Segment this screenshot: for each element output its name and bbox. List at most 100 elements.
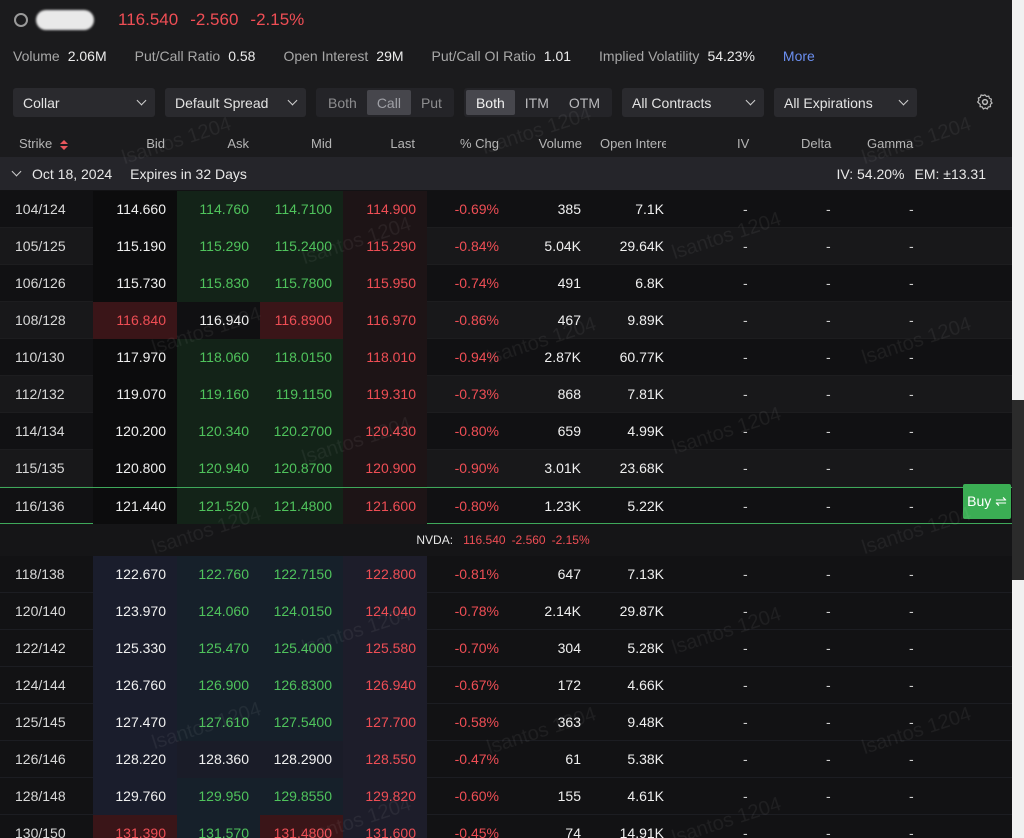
more-link[interactable]: More: [783, 48, 815, 64]
mid-cell[interactable]: 127.5400: [274, 704, 332, 741]
col-mid-header[interactable]: Mid: [311, 136, 332, 151]
bid-cell[interactable]: 131.390: [115, 815, 166, 838]
last-cell[interactable]: 118.010: [366, 339, 416, 376]
money-otm-button[interactable]: OTM: [559, 90, 610, 115]
table-row[interactable]: 124/144 126.760 126.900 126.8300 126.940 -0.6…: [0, 667, 1012, 704]
last-cell[interactable]: 131.600: [365, 815, 416, 838]
table-row[interactable]: 130/150 131.390 131.570 131.4800 131.600 -0.4…: [0, 815, 1012, 838]
table-row[interactable]: 126/146 128.220 128.360 128.2900 128.550 -0.4…: [0, 741, 1012, 778]
contracts-dropdown[interactable]: All Contracts: [621, 88, 764, 117]
last-cell[interactable]: 128.550: [365, 741, 416, 778]
mid-cell[interactable]: 120.2700: [274, 413, 332, 450]
mid-cell[interactable]: 119.1150: [276, 376, 332, 413]
bid-cell[interactable]: 121.440: [115, 488, 166, 525]
table-row[interactable]: 106/126 115.730 115.830 115.7800 115.950 -0.7…: [0, 265, 1012, 302]
last-cell[interactable]: 115.290: [366, 228, 416, 265]
mid-cell[interactable]: 120.8700: [274, 450, 332, 487]
side-put-button[interactable]: Put: [411, 90, 452, 115]
ticker-search-icon[interactable]: [14, 13, 28, 27]
last-cell[interactable]: 119.310: [366, 376, 416, 413]
table-row[interactable]: 112/132 119.070 119.160 119.1150 119.310 -0.7…: [0, 376, 1012, 413]
ask-cell[interactable]: 124.060: [198, 593, 249, 630]
col-iv-header[interactable]: IV: [737, 136, 749, 151]
last-cell[interactable]: 124.040: [365, 593, 416, 630]
last-cell[interactable]: 120.900: [365, 450, 416, 487]
mid-cell[interactable]: 128.2900: [274, 741, 332, 778]
bid-cell[interactable]: 122.670: [115, 556, 166, 593]
table-row[interactable]: 116/136 121.440 121.520 121.4800 121.600 -0.8…: [0, 487, 1012, 525]
col-ask-header[interactable]: Ask: [227, 136, 249, 151]
mid-cell[interactable]: 124.0150: [274, 593, 332, 630]
last-cell[interactable]: 127.700: [365, 704, 416, 741]
mid-cell[interactable]: 121.4800: [274, 488, 332, 525]
last-cell[interactable]: 126.940: [365, 667, 416, 704]
ask-cell[interactable]: 126.900: [198, 667, 249, 704]
mid-cell[interactable]: 118.0150: [275, 339, 332, 376]
ask-cell[interactable]: 120.340: [198, 413, 249, 450]
chevron-down-icon[interactable]: [11, 166, 22, 177]
ask-cell[interactable]: 114.760: [199, 191, 249, 228]
bid-cell[interactable]: 119.070: [116, 376, 166, 413]
ask-cell[interactable]: 119.160: [199, 376, 249, 413]
bid-cell[interactable]: 120.800: [115, 450, 166, 487]
ask-cell[interactable]: 120.940: [198, 450, 249, 487]
table-row[interactable]: 105/125 115.190 115.290 115.2400 115.290 -0.8…: [0, 228, 1012, 265]
table-row[interactable]: 110/130 117.970 118.060 118.0150 118.010 -0.9…: [0, 339, 1012, 376]
side-call-button[interactable]: Call: [366, 90, 411, 115]
bid-cell[interactable]: 129.760: [115, 778, 166, 815]
bid-cell[interactable]: 126.760: [115, 667, 166, 704]
ask-cell[interactable]: 115.830: [199, 265, 249, 302]
table-row[interactable]: 120/140 123.970 124.060 124.0150 124.040 -0.7…: [0, 593, 1012, 630]
col-last-header[interactable]: Last: [390, 136, 415, 151]
table-row[interactable]: 108/128 116.840 116.940 116.8900 116.970 -0.8…: [0, 302, 1012, 339]
bid-cell[interactable]: 125.330: [115, 630, 166, 667]
mid-cell[interactable]: 122.7150: [274, 556, 332, 593]
mid-cell[interactable]: 115.7800: [275, 265, 332, 302]
ask-cell[interactable]: 129.950: [198, 778, 249, 815]
mid-cell[interactable]: 114.7100: [275, 191, 332, 228]
table-row[interactable]: 114/134 120.200 120.340 120.2700 120.430 -0.8…: [0, 413, 1012, 450]
money-itm-button[interactable]: ITM: [515, 90, 559, 115]
mid-cell[interactable]: 129.8550: [274, 778, 332, 815]
table-row[interactable]: 104/124 114.660 114.760 114.7100 114.900 -0.6…: [0, 191, 1012, 228]
buy-button[interactable]: Buy ⇌: [963, 484, 1011, 519]
mid-cell[interactable]: 115.2400: [275, 228, 332, 265]
mid-cell[interactable]: 125.4000: [274, 630, 332, 667]
col-gamma-header[interactable]: Gamma: [867, 136, 913, 151]
ask-cell[interactable]: 116.940: [199, 302, 249, 339]
bid-cell[interactable]: 116.840: [116, 302, 166, 339]
col-bid-header[interactable]: Bid: [146, 136, 165, 151]
last-cell[interactable]: 125.580: [365, 630, 416, 667]
last-cell[interactable]: 121.600: [365, 488, 416, 525]
expiry-group-header[interactable]: Oct 18, 2024 Expires in 32 Days IV: 54.2…: [0, 157, 1012, 190]
side-both-button[interactable]: Both: [318, 90, 367, 115]
mid-cell[interactable]: 131.4800: [274, 815, 332, 838]
ask-cell[interactable]: 125.470: [198, 630, 249, 667]
expirations-dropdown[interactable]: All Expirations: [773, 88, 917, 117]
col-strike-header[interactable]: Strike: [19, 136, 68, 151]
ask-cell[interactable]: 127.610: [198, 704, 249, 741]
table-row[interactable]: 118/138 122.670 122.760 122.7150 122.800 -0.8…: [0, 556, 1012, 593]
col-oi-header[interactable]: Open Intere: [600, 136, 666, 151]
bid-cell[interactable]: 117.970: [116, 339, 166, 376]
last-cell[interactable]: 122.800: [365, 556, 416, 593]
col-delta-header[interactable]: Delta: [801, 136, 831, 151]
money-both-button[interactable]: Both: [465, 90, 515, 115]
table-row[interactable]: 122/142 125.330 125.470 125.4000 125.580 -0.7…: [0, 630, 1012, 667]
last-cell[interactable]: 129.820: [365, 778, 416, 815]
table-row[interactable]: 125/145 127.470 127.610 127.5400 127.700 -0.5…: [0, 704, 1012, 741]
ask-cell[interactable]: 128.360: [198, 741, 249, 778]
ask-cell[interactable]: 121.520: [198, 488, 249, 525]
table-row[interactable]: 115/135 120.800 120.940 120.8700 120.900 -0.9…: [0, 450, 1012, 487]
ask-cell[interactable]: 118.060: [199, 339, 249, 376]
last-cell[interactable]: 115.950: [366, 265, 416, 302]
bid-cell[interactable]: 115.730: [116, 265, 166, 302]
bid-cell[interactable]: 120.200: [115, 413, 166, 450]
gear-icon[interactable]: [976, 93, 994, 111]
mid-cell[interactable]: 126.8300: [274, 667, 332, 704]
bid-cell[interactable]: 127.470: [115, 704, 166, 741]
strategy-dropdown[interactable]: Collar: [13, 88, 155, 117]
bid-cell[interactable]: 123.970: [115, 593, 166, 630]
col-chg-header[interactable]: % Chg: [460, 136, 499, 151]
spread-dropdown[interactable]: Default Spread: [165, 88, 306, 117]
